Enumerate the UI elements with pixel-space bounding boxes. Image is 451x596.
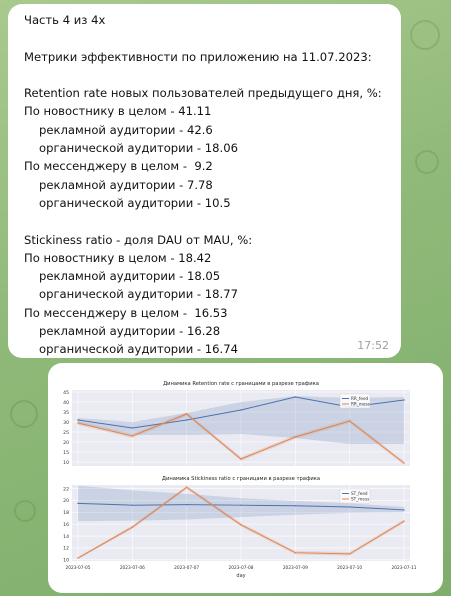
data-point — [294, 396, 297, 398]
background-doodle — [415, 150, 439, 174]
message-line: По мессенджеру в целом - 16.53 — [24, 305, 228, 320]
y-tick-label: 20 — [63, 440, 69, 446]
data-point — [77, 419, 79, 421]
y-tick-label: 20 — [63, 498, 69, 504]
data-point — [131, 427, 134, 429]
legend-label: RR_mess — [351, 402, 370, 407]
data-point — [77, 502, 79, 505]
data-point — [131, 526, 134, 528]
data-point — [131, 504, 134, 506]
x-tick-label: 2023-07-10 — [337, 565, 362, 571]
data-point — [77, 422, 79, 424]
x-tick-label: 2023-07-07 — [174, 565, 199, 571]
y-tick-label: 15 — [63, 450, 69, 456]
data-point — [294, 505, 297, 507]
message-line: рекламной аудитории - 7.78 — [39, 177, 213, 192]
chart-title: Динамика Stickiness ratio с границами в … — [162, 476, 320, 482]
x-axis-label: day — [236, 573, 245, 579]
data-point — [185, 419, 188, 421]
message-line: По мессенджеру в целом - 9.2 — [24, 159, 213, 174]
legend-label: ST_mess — [351, 497, 369, 502]
y-tick-label: 10 — [63, 460, 69, 466]
data-point — [185, 503, 188, 506]
message-line: Stickiness ratio - доля DAU от MAU, %: — [24, 232, 253, 247]
y-tick-label: 16 — [63, 522, 69, 528]
y-tick-label: 18 — [63, 510, 69, 516]
y-tick-label: 12 — [63, 546, 69, 552]
y-tick-label: 22 — [63, 486, 69, 492]
message-line: рекламной аудитории - 42.6 — [39, 122, 213, 137]
data-point — [131, 435, 134, 437]
data-point — [294, 436, 297, 438]
y-tick-label: 14 — [63, 534, 69, 540]
charts-figure: Динамика Retention rate с границами в ра… — [63, 381, 417, 579]
data-point — [294, 551, 297, 554]
data-point — [403, 520, 405, 522]
message-bubble[interactable]: Часть 4 из 4х Метрики эффективности по пр… — [8, 4, 401, 358]
y-tick-label: 35 — [63, 410, 69, 416]
data-point — [348, 553, 351, 555]
data-point — [348, 420, 351, 422]
y-tick-label: 10 — [63, 558, 69, 564]
message-line: рекламной аудитории - 18.05 — [39, 269, 221, 284]
y-tick-label: 30 — [63, 420, 69, 426]
legend-label: RR_feed — [351, 396, 369, 401]
message-line: Часть 4 из 4х — [24, 13, 106, 27]
data-point — [403, 399, 405, 401]
message-line: органической аудитории - 16.74 — [39, 342, 238, 357]
data-point — [240, 504, 242, 506]
data-point — [240, 524, 242, 526]
data-point — [185, 413, 188, 415]
message-line: По новостнику в целом - 18.42 — [24, 250, 212, 265]
data-point — [240, 409, 242, 411]
message-line: рекламной аудитории - 16.28 — [39, 324, 221, 339]
data-point — [240, 458, 242, 460]
y-tick-label: 45 — [63, 390, 69, 396]
message-time: 17:52 — [357, 339, 389, 352]
data-point — [185, 486, 188, 489]
message-text: Часть 4 из 4х Метрики эффективности по пр… — [24, 11, 389, 359]
chart-title: Динамика Retention rate с границами в ра… — [163, 381, 319, 387]
message-line: органической аудитории - 18.06 — [39, 141, 238, 156]
message-line: Retention rate новых пользователей преды… — [24, 86, 382, 101]
background-doodle — [10, 400, 38, 428]
x-tick-label: 2023-07-05 — [66, 565, 91, 571]
data-point — [348, 506, 351, 508]
message-line: органической аудитории - 18.77 — [39, 287, 238, 302]
background-doodle — [14, 500, 36, 522]
y-tick-label: 40 — [63, 400, 69, 406]
background-doodle — [410, 20, 440, 50]
data-point — [403, 509, 405, 511]
x-tick-label: 2023-07-08 — [229, 565, 254, 571]
legend-label: ST_feed — [351, 491, 368, 496]
data-point — [77, 557, 79, 559]
message-line: органической аудитории - 10.5 — [39, 195, 231, 210]
x-tick-label: 2023-07-11 — [392, 565, 417, 571]
y-tick-label: 25 — [63, 430, 69, 436]
message-line: Метрики эффективности по приложению на 1… — [24, 49, 372, 64]
x-tick-label: 2023-07-09 — [283, 565, 308, 571]
data-point — [403, 462, 405, 464]
chart-image[interactable]: Динамика Retention rate с границами в ра… — [48, 363, 443, 593]
x-tick-label: 2023-07-06 — [120, 565, 145, 571]
message-line: По новостнику в целом - 41.11 — [24, 104, 212, 119]
